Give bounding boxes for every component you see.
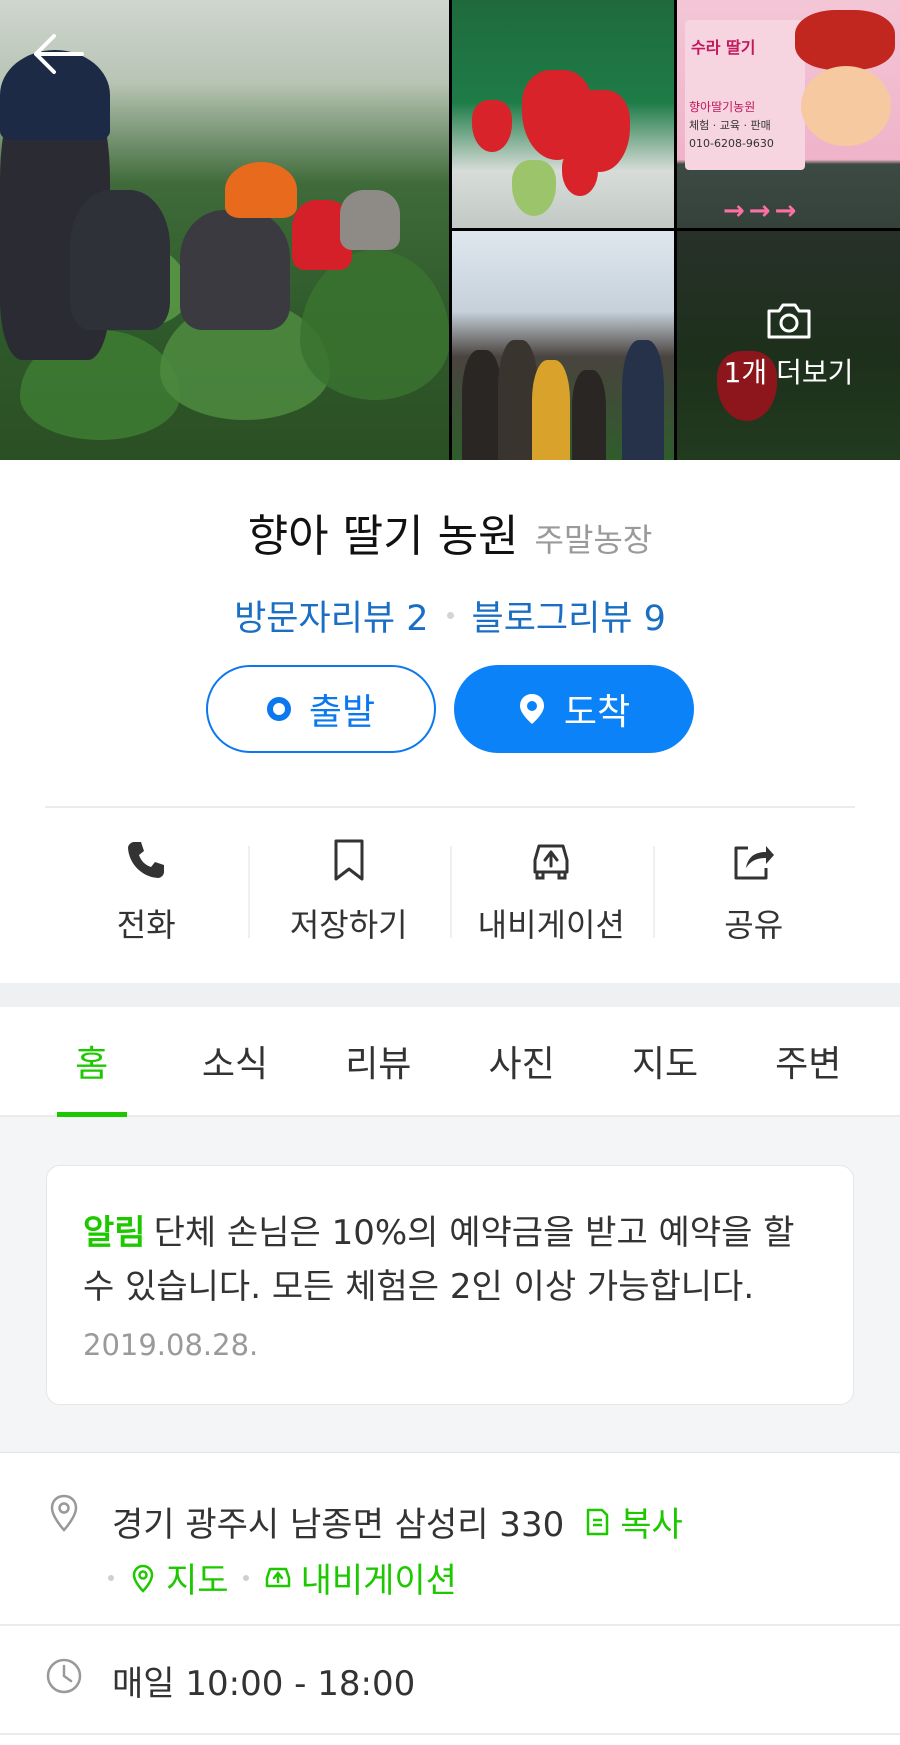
arrive-label: 도착 (563, 692, 631, 733)
call-label: 전화 (116, 906, 176, 944)
arrive-button[interactable]: 도착 (454, 665, 694, 753)
notice-body: 알림 단체 손님은 10%의 예약금을 받고 예약을 할 수 있습니다. 모든 체… (83, 1206, 817, 1314)
car-navigation-icon (265, 1567, 290, 1587)
clock-icon (46, 1658, 82, 1694)
navigation-label: 내비게이션 (477, 906, 625, 944)
map-link-label: 지도 (166, 1561, 229, 1601)
location-pin-icon (519, 694, 544, 724)
more-photos-button[interactable]: 1개 더보기 (677, 231, 900, 460)
location-pin-outline-icon (50, 1494, 78, 1532)
place-name: 향아 딸기 농원 (247, 511, 519, 562)
call-button[interactable]: 전화 (45, 838, 248, 946)
photo-group-visit[interactable] (452, 231, 674, 460)
depart-label: 출발 (308, 692, 376, 733)
notice-section: 알림 단체 손님은 10%의 예약금을 받고 예약을 할 수 있습니다. 모든 체… (0, 1117, 900, 1452)
back-button[interactable] (28, 24, 88, 84)
tab-home[interactable]: 홈 (37, 1007, 147, 1117)
tab-reviews[interactable]: 리뷰 (323, 1007, 433, 1115)
tab-map[interactable]: 지도 (610, 1007, 720, 1115)
notice-card[interactable]: 알림 단체 손님은 10%의 예약금을 받고 예약을 할 수 있습니다. 모든 체… (46, 1165, 854, 1405)
tab-nearby[interactable]: 주변 (753, 1007, 863, 1115)
tab-bar: 홈 소식 리뷰 사진 지도 주변 (0, 1007, 900, 1117)
address-row: 경기 광주시 남종면 삼성리 330 복사 지도 내비게이션 (0, 1452, 900, 1624)
share-label: 공유 (724, 906, 784, 944)
notice-label: 알림 (83, 1213, 146, 1253)
share-button[interactable]: 공유 (652, 838, 856, 946)
map-pin-icon (132, 1564, 154, 1593)
navigation-button[interactable]: 내비게이션 (450, 838, 653, 946)
visitor-reviews-link[interactable]: 방문자리뷰 2 (234, 590, 428, 641)
car-navigation-icon (533, 844, 569, 880)
separator-dot (108, 1574, 114, 1581)
arrow-icon: →→→ (723, 196, 801, 226)
notice-date: 2019.08.28. (83, 1328, 259, 1362)
sign-services: 체험 · 교육 · 판매 (689, 119, 771, 132)
sign-farm-name: 향아딸기농원 (689, 100, 756, 114)
phone-icon (128, 842, 165, 878)
section-separator (0, 983, 900, 1007)
share-icon (734, 846, 774, 880)
place-header: 향아 딸기 농원 주말농장 방문자리뷰 2 블로그리뷰 9 (0, 460, 900, 641)
copy-label: 복사 (620, 1505, 683, 1545)
camera-icon (767, 303, 810, 338)
navigation-link-label: 내비게이션 (300, 1561, 457, 1601)
save-button[interactable]: 저장하기 (247, 838, 451, 946)
divider (0, 1733, 900, 1735)
divider (45, 806, 855, 808)
map-link[interactable]: 지도 (128, 1553, 229, 1602)
sign-phone: 010-6208-9630 (689, 137, 774, 150)
photo-farm-sign[interactable]: 수라 딸기 향아딸기농원 체험 · 교육 · 판매 010-6208-9630 … (677, 0, 900, 228)
bookmark-icon (334, 839, 364, 881)
copy-address-button[interactable]: 복사 (582, 1497, 683, 1546)
sign-title: 수라 딸기 (691, 38, 756, 57)
address-text: 경기 광주시 남종면 삼성리 330 (112, 1505, 565, 1545)
photo-gallery: 수라 딸기 향아딸기농원 체험 · 교육 · 판매 010-6208-9630 … (0, 0, 900, 460)
photo-strawberries[interactable] (452, 0, 674, 228)
separator-dot (446, 612, 454, 619)
hours-row: 매일 10:00 - 18:00 (0, 1624, 900, 1734)
route-buttons: 출발 도착 (0, 665, 900, 753)
more-photos-label: 1개 더보기 (723, 355, 854, 389)
depart-button[interactable]: 출발 (206, 665, 436, 753)
navigation-link[interactable]: 내비게이션 (263, 1553, 457, 1602)
save-label: 저장하기 (289, 906, 408, 944)
arrow-left-icon (34, 34, 84, 74)
basket-illustration (795, 10, 895, 70)
origin-dot-icon (266, 697, 291, 721)
copy-icon (586, 1508, 609, 1535)
notice-text: 단체 손님은 10%의 예약금을 받고 예약을 할 수 있습니다. 모든 체험은… (83, 1213, 795, 1307)
tab-news[interactable]: 소식 (180, 1007, 290, 1115)
opening-hours[interactable]: 매일 10:00 - 18:00 (112, 1656, 415, 1705)
action-bar: 전화 저장하기 내비게이션 공유 (45, 838, 855, 946)
place-category: 주말농장 (534, 521, 653, 559)
tab-photos[interactable]: 사진 (467, 1007, 577, 1115)
separator-dot (242, 1574, 249, 1581)
sign-board: 수라 딸기 향아딸기농원 체험 · 교육 · 판매 010-6208-9630 (685, 20, 805, 170)
blog-reviews-link[interactable]: 블로그리뷰 9 (472, 590, 666, 641)
farmer-face-illustration (801, 66, 891, 146)
